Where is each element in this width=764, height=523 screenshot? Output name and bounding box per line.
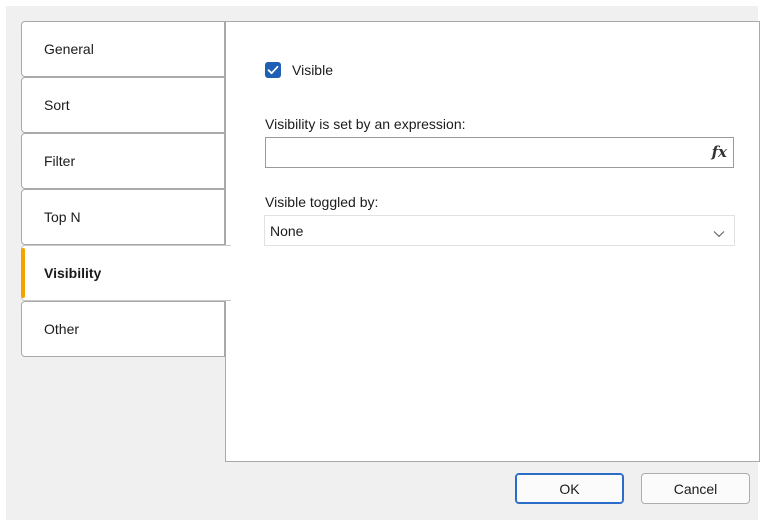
- active-tab-indicator: [21, 248, 25, 298]
- chevron-down-icon: [713, 225, 725, 241]
- expression-field[interactable]: fx: [265, 137, 734, 168]
- tab-general-label: General: [44, 41, 94, 57]
- visible-checkbox[interactable]: Visible: [265, 62, 333, 78]
- toggled-by-select[interactable]: None: [264, 215, 735, 246]
- toggled-by-value: None: [270, 222, 304, 239]
- fx-icon[interactable]: fx: [712, 143, 727, 161]
- tab-filter-label: Filter: [44, 153, 76, 169]
- tab-top-n[interactable]: Top N: [21, 189, 225, 245]
- visible-label: Visible: [292, 62, 333, 78]
- tab-sort-label: Sort: [44, 97, 70, 113]
- tab-top-n-label: Top N: [44, 209, 81, 225]
- visibility-panel: Visible Visibility is set by an expressi…: [225, 21, 760, 462]
- tab-general[interactable]: General: [21, 21, 225, 77]
- expression-label: Visibility is set by an expression:: [265, 116, 466, 132]
- tab-other[interactable]: Other: [21, 301, 225, 357]
- tab-visibility[interactable]: Visibility: [21, 245, 231, 301]
- tab-other-label: Other: [44, 321, 80, 337]
- tab-sort[interactable]: Sort: [21, 77, 225, 133]
- checkbox-checked-icon[interactable]: [265, 62, 281, 78]
- ok-button[interactable]: OK: [515, 473, 624, 504]
- tab-visibility-label: Visibility: [44, 265, 102, 281]
- properties-dialog: General Sort Filter Top N Visibility Oth…: [6, 6, 760, 520]
- cancel-button[interactable]: Cancel: [641, 473, 750, 504]
- toggled-by-label: Visible toggled by:: [265, 194, 379, 210]
- tab-filter[interactable]: Filter: [21, 133, 225, 189]
